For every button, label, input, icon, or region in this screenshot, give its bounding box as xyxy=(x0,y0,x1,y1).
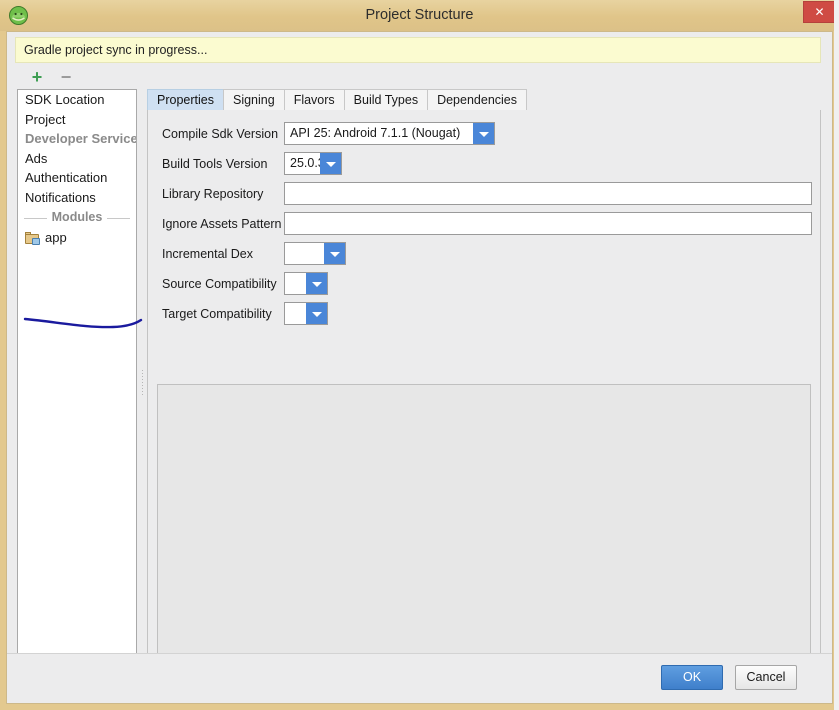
properties-form: Compile Sdk Version API 25: Android 7.1.… xyxy=(148,110,820,330)
row-compile-sdk-version: Compile Sdk Version API 25: Android 7.1.… xyxy=(148,120,820,150)
dialog-button-bar: OK Cancel xyxy=(7,653,832,703)
build-tools-version-combo[interactable]: 25.0.3 xyxy=(284,152,342,175)
compile-sdk-version-combo[interactable]: API 25: Android 7.1.1 (Nougat) xyxy=(284,122,495,145)
ignore-assets-pattern-input[interactable] xyxy=(284,212,812,235)
sidebar-item-authentication[interactable]: Authentication xyxy=(18,168,136,188)
label-build-tools-version: Build Tools Version xyxy=(162,157,268,171)
target-compatibility-combo[interactable] xyxy=(284,302,328,325)
field-library-repository xyxy=(284,182,812,205)
library-repository-input[interactable] xyxy=(284,182,812,205)
window-title: Project Structure xyxy=(365,7,474,23)
sidebar-header-developer-services: Developer Services xyxy=(25,131,137,147)
sidebar-item-app[interactable]: app xyxy=(18,227,136,248)
close-icon[interactable]: ✕ xyxy=(803,1,836,23)
field-compile-sdk-version: API 25: Android 7.1.1 (Nougat) xyxy=(284,122,495,145)
panel-splitter[interactable] xyxy=(138,89,147,667)
source-compatibility-combo[interactable] xyxy=(284,272,328,295)
sidebar-item-notifications[interactable]: Notifications xyxy=(18,188,136,208)
properties-detail-panel xyxy=(157,384,811,681)
chevron-down-icon[interactable] xyxy=(324,243,345,264)
label-ignore-assets-pattern: Ignore Assets Pattern xyxy=(162,217,282,231)
sidebar-separator-modules: Modules xyxy=(18,208,136,228)
sidebar-item-project[interactable]: Project xyxy=(18,110,136,130)
tab-strip: Properties Signing Flavors Build Types D… xyxy=(147,89,821,111)
title-bar: Project Structure ✕ xyxy=(0,0,839,31)
row-build-tools-version: Build Tools Version 25.0.3 xyxy=(148,150,820,180)
properties-tab-content: Compile Sdk Version API 25: Android 7.1.… xyxy=(147,110,821,681)
tab-flavors[interactable]: Flavors xyxy=(283,89,345,110)
sync-status-banner: Gradle project sync in progress... xyxy=(15,37,821,63)
chevron-down-icon[interactable] xyxy=(306,273,327,294)
module-folder-icon xyxy=(25,232,40,246)
dialog-client-area: Gradle project sync in progress... + − S… xyxy=(6,31,833,704)
sidebar-module-label: app xyxy=(45,230,67,246)
tab-dependencies[interactable]: Dependencies xyxy=(427,89,527,110)
label-library-repository: Library Repository xyxy=(162,187,264,201)
chevron-down-icon[interactable] xyxy=(473,123,494,144)
field-build-tools-version: 25.0.3 xyxy=(284,152,342,175)
row-incremental-dex: Incremental Dex xyxy=(148,240,820,270)
compile-sdk-version-value: API 25: Android 7.1.1 (Nougat) xyxy=(290,126,461,140)
sidebar-item-sdk-location[interactable]: SDK Location xyxy=(18,90,136,110)
chevron-down-icon[interactable] xyxy=(320,153,341,174)
project-structure-window: Project Structure ✕ Gradle project sync … xyxy=(0,0,839,710)
sidebar-list[interactable]: SDK Location Project Developer Services … xyxy=(17,89,137,667)
row-ignore-assets-pattern: Ignore Assets Pattern xyxy=(148,210,820,240)
tab-signing[interactable]: Signing xyxy=(222,89,285,110)
add-module-button[interactable]: + xyxy=(24,66,50,90)
row-target-compatibility: Target Compatibility xyxy=(148,300,820,330)
row-source-compatibility: Source Compatibility xyxy=(148,270,820,300)
label-compile-sdk-version: Compile Sdk Version xyxy=(162,127,279,141)
ok-button[interactable]: OK xyxy=(661,665,723,690)
remove-module-button[interactable]: − xyxy=(53,66,79,90)
label-incremental-dex: Incremental Dex xyxy=(162,247,254,261)
sidebar-item-ads[interactable]: Ads xyxy=(18,149,136,169)
tab-build-types[interactable]: Build Types xyxy=(343,89,429,110)
splitter-grip-icon xyxy=(141,369,144,395)
field-ignore-assets-pattern xyxy=(284,212,812,235)
cancel-button[interactable]: Cancel xyxy=(735,665,797,690)
field-source-compatibility xyxy=(284,272,328,295)
properties-pane: Properties Signing Flavors Build Types D… xyxy=(147,89,821,681)
tab-properties[interactable]: Properties xyxy=(147,89,224,110)
chevron-down-icon[interactable] xyxy=(306,303,327,324)
row-library-repository: Library Repository xyxy=(148,180,820,210)
label-target-compatibility: Target Compatibility xyxy=(162,307,272,321)
sidebar-separator-label: Modules xyxy=(46,209,108,224)
label-source-compatibility: Source Compatibility xyxy=(162,277,277,291)
desktop-scrollbar[interactable] xyxy=(834,0,839,710)
field-incremental-dex xyxy=(284,242,346,265)
sidebar-toolbar: + − xyxy=(15,66,135,90)
incremental-dex-combo[interactable] xyxy=(284,242,346,265)
field-target-compatibility xyxy=(284,302,328,325)
